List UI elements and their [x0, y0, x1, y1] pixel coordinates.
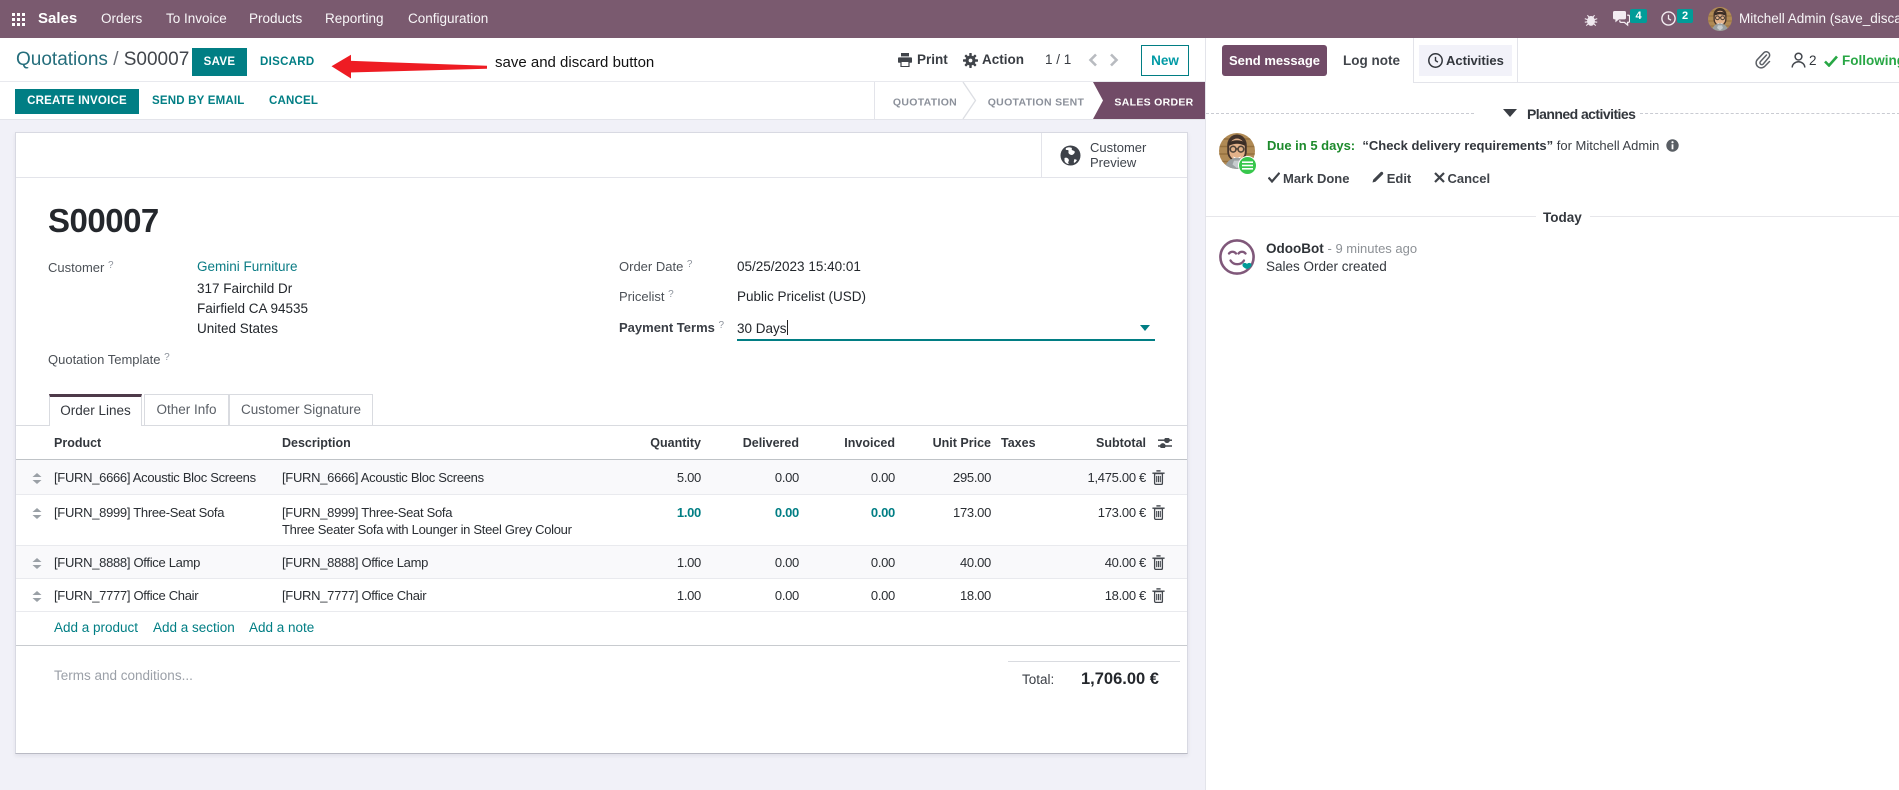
svg-text:SALES ORDER: SALES ORDER [1114, 97, 1193, 109]
svg-text:QUOTATION: QUOTATION [893, 97, 957, 109]
svg-text:QUOTATION SENT: QUOTATION SENT [988, 97, 1085, 109]
